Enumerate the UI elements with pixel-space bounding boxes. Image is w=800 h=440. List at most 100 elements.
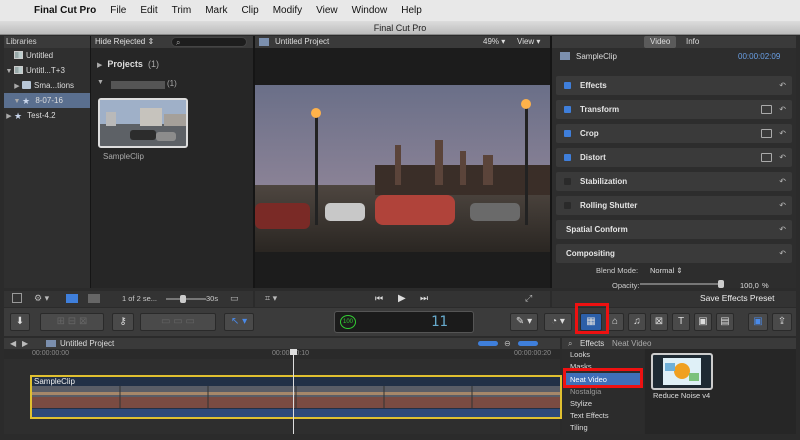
library-item[interactable]: ▼ Untitl...T+3: [4, 63, 90, 78]
section-rolling-shutter[interactable]: Rolling Shutter ↶: [556, 196, 792, 215]
search-input[interactable]: ⌕: [171, 37, 247, 47]
next-frame-icon[interactable]: ⏭: [420, 293, 428, 304]
menu-edit[interactable]: Edit: [140, 5, 157, 16]
library-item[interactable]: ▶ ★ Test-4.2: [4, 108, 90, 123]
projects-group[interactable]: ▶ Projects (1): [97, 59, 159, 69]
reset-icon[interactable]: ↶: [779, 196, 786, 215]
event-group[interactable]: ▼ (1): [97, 79, 247, 91]
audio-meter-icon[interactable]: [478, 341, 498, 346]
library-toggle-icon[interactable]: [12, 293, 22, 303]
reset-icon[interactable]: ↶: [779, 76, 786, 95]
category-item[interactable]: Looks: [570, 350, 590, 359]
zoom-popup[interactable]: 49% ▾: [483, 36, 505, 48]
view-popup[interactable]: View ▾: [517, 36, 540, 48]
clip-appearance-toggle[interactable]: [518, 341, 538, 346]
disclosure-icon[interactable]: ▼: [12, 94, 22, 109]
retime-icon[interactable]: ◔ ▾: [544, 313, 572, 331]
reset-icon[interactable]: ↶: [779, 148, 786, 167]
transform-icon[interactable]: [761, 105, 772, 114]
filmstrip-view-icon[interactable]: [66, 294, 78, 303]
keyword-icon[interactable]: ⚷: [112, 313, 134, 331]
fullscreen-icon[interactable]: ⤢: [525, 293, 532, 304]
app-menu[interactable]: Final Cut Pro: [34, 5, 96, 16]
titles-icon[interactable]: T: [672, 313, 690, 331]
select-tool-icon[interactable]: ↖ ▾: [224, 313, 254, 331]
category-item[interactable]: Stylize: [570, 399, 592, 408]
search-icon[interactable]: ⌕: [568, 338, 572, 349]
menu-clip[interactable]: Clip: [241, 5, 258, 16]
category-item[interactable]: Tiling: [570, 423, 588, 432]
back-arrow-icon[interactable]: ◀: [10, 338, 16, 349]
menu-view[interactable]: View: [316, 5, 338, 16]
enhance-icon[interactable]: ✎ ▾: [510, 313, 538, 331]
disclosure-icon[interactable]: ▼: [97, 79, 104, 86]
clip-thumbnail[interactable]: [98, 98, 188, 148]
stabilization-checkbox[interactable]: [564, 178, 571, 185]
share-icon[interactable]: ⇪: [772, 313, 792, 331]
video-frame[interactable]: [255, 85, 550, 252]
distort-checkbox[interactable]: [564, 154, 571, 161]
reset-icon[interactable]: ↶: [779, 220, 786, 239]
zoom-out-icon[interactable]: ⊖: [504, 338, 511, 349]
opacity-slider[interactable]: [640, 283, 722, 285]
clip-appearance-icon[interactable]: ▭: [230, 293, 239, 304]
menu-modify[interactable]: Modify: [273, 5, 302, 16]
category-item[interactable]: Nostalgia: [570, 387, 601, 396]
disclosure-icon[interactable]: ▶: [12, 79, 22, 94]
tab-video[interactable]: Video: [644, 36, 677, 48]
import-icon[interactable]: ⬇: [10, 313, 30, 331]
themes-icon[interactable]: ▤: [716, 313, 734, 331]
disclosure-icon[interactable]: ▶: [97, 62, 102, 69]
clip-zoom-knob[interactable]: [180, 295, 186, 303]
reset-icon[interactable]: ↶: [779, 100, 786, 119]
reset-icon[interactable]: ↶: [779, 172, 786, 191]
menu-file[interactable]: File: [110, 5, 126, 16]
music-icon[interactable]: ♫: [628, 313, 646, 331]
forward-arrow-icon[interactable]: ▶: [22, 338, 28, 349]
clip-zoom-slider[interactable]: [166, 298, 206, 300]
effect-thumbnail[interactable]: [651, 353, 713, 390]
tab-info[interactable]: Info: [686, 36, 699, 48]
playhead[interactable]: [293, 349, 294, 434]
play-icon[interactable]: ▶: [398, 293, 406, 304]
section-effects[interactable]: Effects ↶: [556, 76, 792, 95]
distort-icon[interactable]: [761, 153, 772, 162]
menu-window[interactable]: Window: [352, 5, 388, 16]
menu-help[interactable]: Help: [401, 5, 422, 16]
section-crop[interactable]: Crop ↶: [556, 124, 792, 143]
transform-checkbox[interactable]: [564, 106, 571, 113]
previous-frame-icon[interactable]: ⏮: [375, 293, 383, 304]
crop-checkbox[interactable]: [564, 130, 571, 137]
section-stabilization[interactable]: Stabilization ↶: [556, 172, 792, 191]
reset-icon[interactable]: ↶: [779, 124, 786, 143]
timeline-clip[interactable]: SampleClip: [30, 375, 562, 419]
edit-buttons-group[interactable]: ⊞ ⊟ ⊠: [40, 313, 104, 331]
library-item[interactable]: Untitled: [4, 48, 90, 63]
generators-icon[interactable]: ▣: [694, 313, 712, 331]
timecode-display[interactable]: 100 11: [334, 311, 474, 333]
crop-icon[interactable]: [761, 129, 772, 138]
rolling-shutter-checkbox[interactable]: [564, 202, 571, 209]
transitions-icon[interactable]: ⊠: [650, 313, 668, 331]
reset-icon[interactable]: ↶: [779, 244, 786, 263]
library-item[interactable]: ▶ Sma...tions: [4, 78, 90, 93]
playhead-handle[interactable]: [290, 349, 297, 355]
effects-search-input[interactable]: Neat Video: [612, 338, 651, 349]
timeline-index-icon[interactable]: ▣: [748, 313, 768, 331]
gear-icon[interactable]: ⚙ ▾: [34, 293, 49, 304]
rating-buttons-group[interactable]: ▭ ▭ ▭: [140, 313, 216, 331]
opacity-slider-knob[interactable]: [718, 280, 724, 288]
opacity-value[interactable]: 100,0: [740, 281, 759, 290]
section-compositing[interactable]: Compositing ↶: [556, 244, 792, 263]
disclosure-icon[interactable]: ▼: [4, 64, 14, 79]
blend-mode-popup[interactable]: Normal ⇕: [650, 266, 683, 275]
menu-mark[interactable]: Mark: [205, 5, 227, 16]
section-transform[interactable]: Transform ↶: [556, 100, 792, 119]
section-spatial-conform[interactable]: Spatial Conform ↶: [556, 220, 792, 239]
list-view-icon[interactable]: [88, 294, 100, 303]
category-item[interactable]: Text Effects: [570, 411, 609, 420]
save-effects-preset-button[interactable]: Save Effects Preset: [700, 293, 775, 303]
menu-trim[interactable]: Trim: [172, 5, 192, 16]
disclosure-icon[interactable]: ▶: [4, 109, 14, 124]
section-distort[interactable]: Distort ↶: [556, 148, 792, 167]
